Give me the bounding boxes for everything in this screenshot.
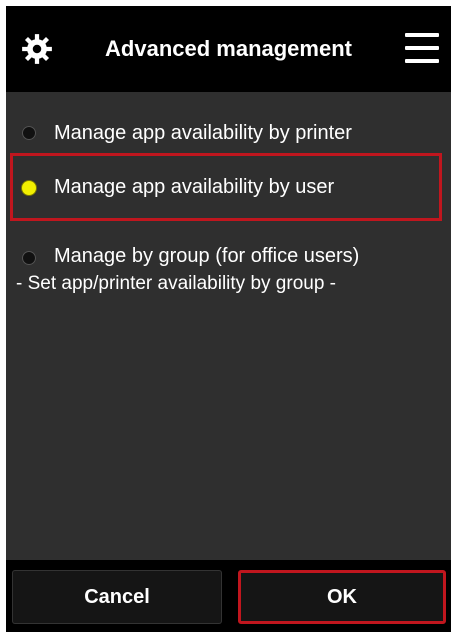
ok-button[interactable]: OK [238, 570, 446, 624]
option-label: Manage app availability by printer [54, 122, 352, 144]
option-manage-by-printer[interactable]: Manage app availability by printer [6, 112, 451, 152]
cancel-button[interactable]: Cancel [12, 570, 222, 624]
option-manage-by-user[interactable]: Manage app availability by user [6, 148, 451, 228]
option-sublabel: - Set app/printer availability by group … [16, 273, 336, 294]
radio-button-selected[interactable] [22, 181, 36, 195]
footer-bar: Cancel OK [6, 560, 451, 632]
app-screen: Advanced management Manage app availabil… [6, 6, 451, 632]
page-title: Advanced management [105, 36, 352, 61]
options-list: Manage app availability by printer Manag… [6, 92, 451, 560]
gear-icon[interactable] [20, 32, 54, 66]
radio-button-unselected[interactable] [22, 251, 36, 265]
hamburger-menu-icon[interactable] [405, 33, 439, 63]
radio-button-unselected[interactable] [22, 126, 36, 140]
option-label: Manage app availability by user [54, 176, 335, 198]
option-label: Manage by group (for office users) [54, 245, 360, 267]
option-manage-by-group[interactable]: Manage by group (for office users) - Set… [6, 237, 451, 297]
header-bar: Advanced management [6, 6, 451, 92]
